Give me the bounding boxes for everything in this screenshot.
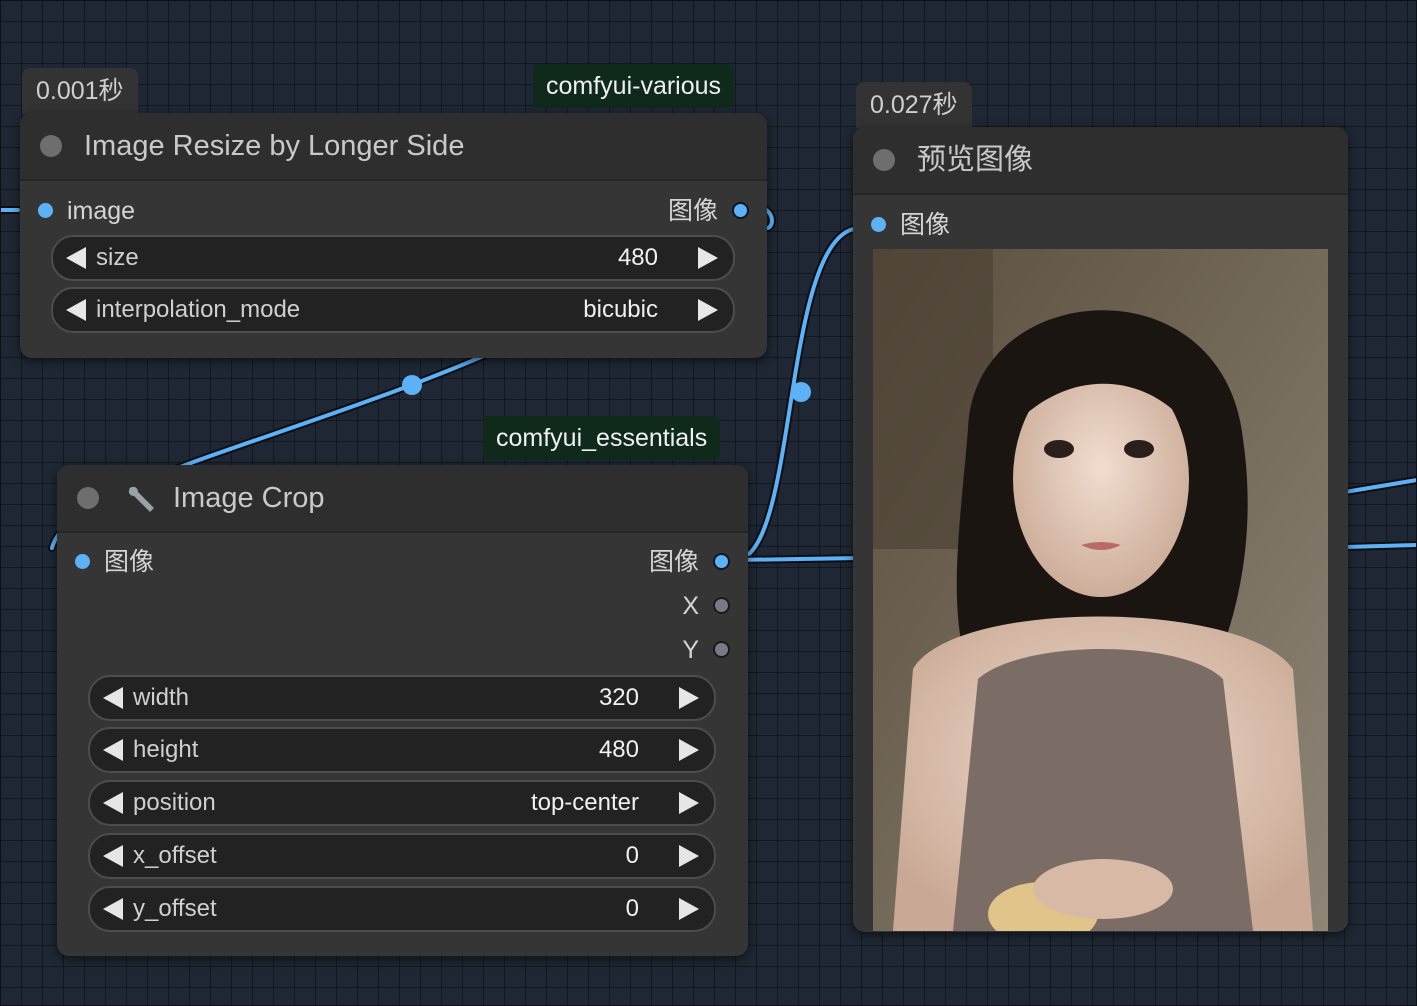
arrow-left-icon[interactable] — [66, 247, 86, 269]
widget-label: height — [133, 736, 199, 763]
timing-badge: 0.001秒 — [22, 68, 138, 114]
widget-label: interpolation_mode — [96, 296, 301, 323]
slot-label: X — [682, 592, 699, 620]
output-dot-icon[interactable] — [732, 201, 749, 219]
input-dot-icon[interactable] — [75, 553, 90, 569]
preview-image-node[interactable]: 预览图像 图像 — [853, 127, 1348, 932]
output-slot-image[interactable]: 图像 — [649, 544, 730, 580]
slot-label: image — [67, 197, 136, 225]
node-pack-badge: comfyui_essentials — [483, 416, 721, 460]
arrow-right-icon[interactable] — [698, 247, 718, 269]
widget-value[interactable]: 0 — [626, 835, 639, 877]
slot-label: 图像 — [104, 548, 155, 576]
widget-value[interactable]: 480 — [618, 237, 658, 279]
input-dot-icon[interactable] — [871, 216, 886, 232]
preview-photo-placeholder — [873, 249, 1328, 931]
widget-value[interactable]: 0 — [626, 888, 639, 930]
output-slot-x[interactable]: X — [682, 588, 730, 624]
arrow-right-icon[interactable] — [679, 845, 699, 867]
node-pack-badge: comfyui-various — [533, 64, 735, 108]
widget-label: size — [96, 244, 139, 271]
link-reroute-dot[interactable] — [402, 375, 422, 395]
position-widget[interactable]: position top-center — [88, 780, 716, 826]
input-slot-image[interactable]: 图像 — [871, 207, 950, 243]
widget-value[interactable]: top-center — [531, 782, 639, 824]
interpolation-mode-widget[interactable]: interpolation_mode bicubic — [51, 287, 735, 333]
output-dot-icon[interactable] — [713, 640, 730, 658]
slot-label: 图像 — [648, 548, 699, 576]
link-reroute-dot[interactable] — [791, 382, 811, 402]
image-crop-node[interactable]: Image Crop 图像 图像 X Y width 320 height 48… — [57, 465, 748, 956]
output-slot-y[interactable]: Y — [682, 632, 730, 668]
x-offset-widget[interactable]: x_offset 0 — [88, 833, 716, 879]
arrow-right-icon[interactable] — [679, 792, 699, 814]
y-offset-widget[interactable]: y_offset 0 — [88, 886, 716, 932]
widget-value[interactable]: bicubic — [583, 289, 658, 331]
input-dot-icon[interactable] — [38, 202, 53, 218]
height-widget[interactable]: height 480 — [88, 727, 716, 773]
input-slot-image[interactable]: 图像 — [75, 544, 154, 580]
width-widget[interactable]: width 320 — [88, 675, 716, 721]
arrow-left-icon[interactable] — [103, 792, 123, 814]
node-header[interactable]: Image Resize by Longer Side — [20, 113, 767, 181]
collapse-dot-icon[interactable] — [77, 487, 99, 509]
slot-label: 图像 — [667, 197, 718, 225]
arrow-left-icon[interactable] — [103, 687, 123, 709]
arrow-left-icon[interactable] — [103, 898, 123, 920]
slot-label: Y — [682, 636, 699, 664]
node-header[interactable]: 预览图像 — [853, 127, 1348, 195]
image-resize-node[interactable]: Image Resize by Longer Side image 图像 siz… — [20, 113, 767, 358]
input-slot-image[interactable]: image — [38, 193, 135, 229]
slot-label: 图像 — [900, 211, 951, 239]
node-title: Image Resize by Longer Side — [84, 130, 465, 162]
widget-value[interactable]: 320 — [599, 677, 639, 719]
output-dot-icon[interactable] — [713, 596, 730, 614]
size-widget[interactable]: size 480 — [51, 235, 735, 281]
collapse-dot-icon[interactable] — [40, 135, 62, 157]
node-title: 预览图像 — [917, 144, 1034, 176]
widget-label: y_offset — [133, 895, 217, 922]
timing-badge: 0.027秒 — [856, 82, 972, 128]
arrow-left-icon[interactable] — [66, 299, 86, 321]
arrow-left-icon[interactable] — [103, 739, 123, 761]
widget-label: x_offset — [133, 842, 217, 869]
output-slot-image[interactable]: 图像 — [668, 193, 749, 229]
widget-value[interactable]: 480 — [599, 729, 639, 771]
collapse-dot-icon[interactable] — [873, 149, 895, 171]
widget-label: width — [133, 684, 190, 711]
arrow-right-icon[interactable] — [679, 898, 699, 920]
arrow-left-icon[interactable] — [103, 845, 123, 867]
node-header[interactable]: Image Crop — [57, 465, 748, 533]
arrow-right-icon[interactable] — [698, 299, 718, 321]
node-title: Image Crop — [173, 482, 325, 514]
arrow-right-icon[interactable] — [679, 739, 699, 761]
arrow-right-icon[interactable] — [679, 687, 699, 709]
wrench-icon — [128, 486, 154, 512]
widget-label: position — [133, 789, 216, 816]
output-dot-icon[interactable] — [713, 552, 730, 570]
preview-image[interactable] — [873, 249, 1328, 931]
